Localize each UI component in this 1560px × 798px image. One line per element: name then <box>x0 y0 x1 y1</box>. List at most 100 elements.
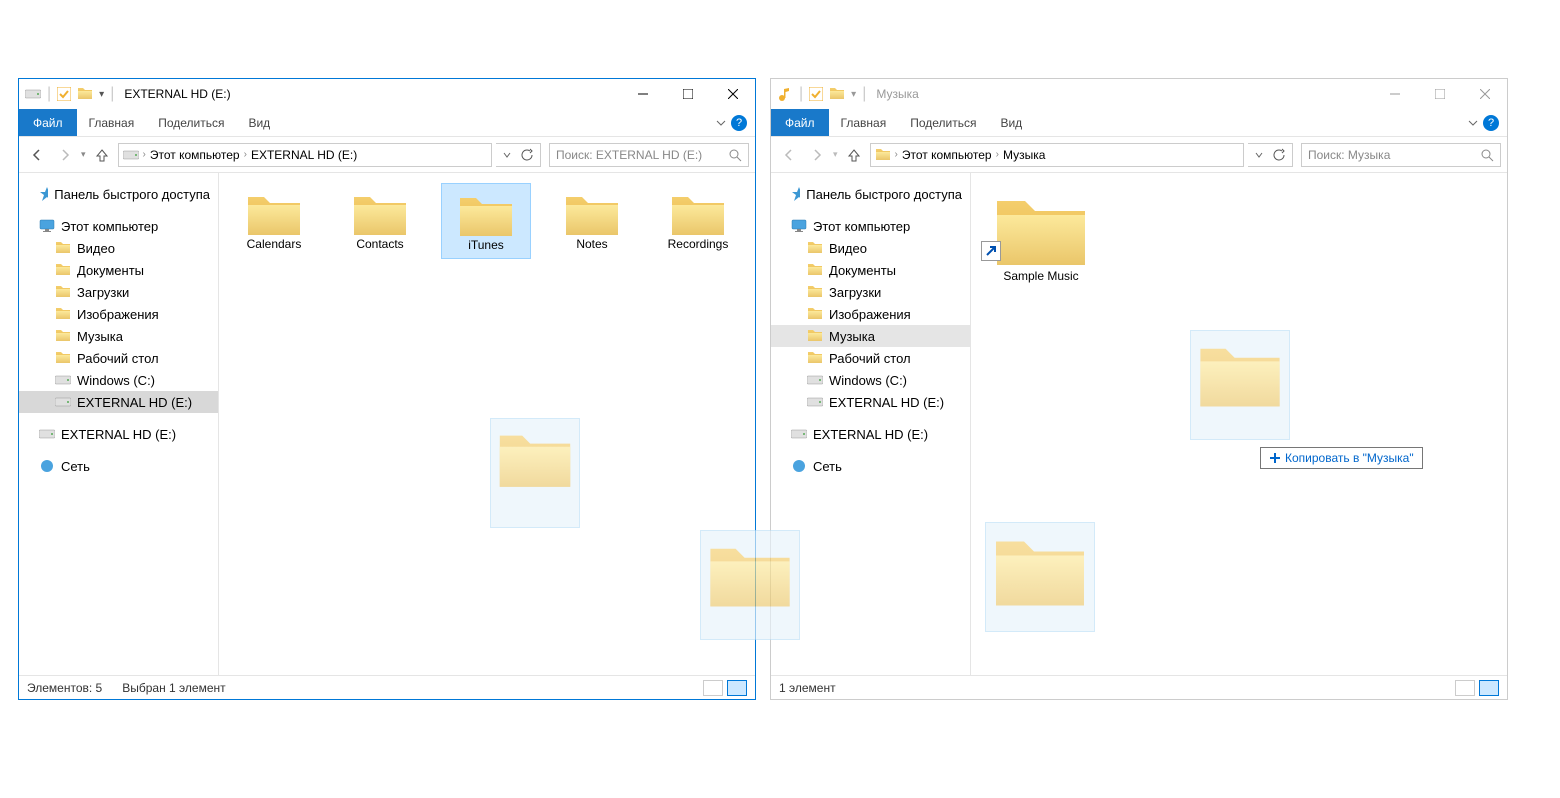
sidebar-item-documents[interactable]: Документы <box>771 259 970 281</box>
menu-share[interactable]: Поделиться <box>898 109 988 136</box>
menu-file[interactable]: Файл <box>771 109 829 136</box>
plus-icon <box>1269 452 1281 464</box>
breadcrumb[interactable]: › Этот компьютер › Музыка <box>870 143 1244 167</box>
folder-calendars[interactable]: Calendars <box>229 183 319 259</box>
up-button[interactable] <box>842 143 866 167</box>
title-bar: | ▾ | EXTERNAL HD (E:) <box>19 79 755 109</box>
nav-bar: ▾ › Этот компьютер › Музыка Поиск: Музык… <box>771 137 1507 173</box>
sidebar-item-external-hd[interactable]: EXTERNAL HD (E:) <box>19 391 218 413</box>
minimize-button[interactable] <box>1372 79 1417 109</box>
window-title: EXTERNAL HD (E:) <box>124 87 230 101</box>
drive-icon <box>25 86 41 102</box>
sidebar-item-c-drive[interactable]: Windows (C:) <box>19 369 218 391</box>
crumb-root[interactable]: Этот компьютер <box>150 148 240 162</box>
view-details-button[interactable] <box>703 680 723 696</box>
sidebar-external-drive[interactable]: EXTERNAL HD (E:) <box>771 423 970 445</box>
menu-home[interactable]: Главная <box>829 109 899 136</box>
title-bar: | ▾ | Музыка <box>771 79 1507 109</box>
sidebar-item-video[interactable]: Видео <box>19 237 218 259</box>
sidebar-item-video[interactable]: Видео <box>771 237 970 259</box>
folder-contacts[interactable]: Contacts <box>335 183 425 259</box>
chevron-down-icon[interactable] <box>1467 117 1479 129</box>
refresh-icon[interactable] <box>520 148 534 162</box>
maximize-button[interactable] <box>665 79 710 109</box>
search-icon <box>1480 148 1494 162</box>
close-button[interactable] <box>1462 79 1507 109</box>
music-icon <box>777 86 793 102</box>
menu-view[interactable]: Вид <box>236 109 282 136</box>
sidebar-item-c-drive[interactable]: Windows (C:) <box>771 369 970 391</box>
folder-recordings[interactable]: Recordings <box>653 183 743 259</box>
sidebar-quick-access[interactable]: Панель быстрого доступа <box>771 183 970 205</box>
help-button[interactable]: ? <box>1483 115 1499 131</box>
sidebar: Панель быстрого доступа Этот компьютер В… <box>19 173 219 675</box>
refresh-icon[interactable] <box>1272 148 1286 162</box>
view-icons-button[interactable] <box>1479 680 1499 696</box>
status-bar: 1 элемент <box>771 675 1507 699</box>
folder-itunes[interactable]: iTunes <box>441 183 531 259</box>
menu-file[interactable]: Файл <box>19 109 77 136</box>
nav-bar: ▾ › Этот компьютер › EXTERNAL HD (E:) По… <box>19 137 755 173</box>
status-selected: Выбран 1 элемент <box>122 681 225 695</box>
sidebar: Панель быстрого доступа Этот компьютер В… <box>771 173 971 675</box>
forward-button[interactable] <box>53 143 77 167</box>
search-icon <box>728 148 742 162</box>
chevron-down-icon[interactable] <box>502 150 512 160</box>
ribbon-tabs: Файл Главная Поделиться Вид ? <box>19 109 755 137</box>
folder-icon <box>829 86 845 102</box>
content-area[interactable]: Calendars Contacts iTunes Notes Recordin… <box>219 173 755 675</box>
sidebar-item-desktop[interactable]: Рабочий стол <box>19 347 218 369</box>
back-button[interactable] <box>777 143 801 167</box>
checkbox-icon[interactable] <box>57 87 71 101</box>
sidebar-quick-access[interactable]: Панель быстрого доступа <box>19 183 218 205</box>
forward-button[interactable] <box>805 143 829 167</box>
breadcrumb[interactable]: › Этот компьютер › EXTERNAL HD (E:) <box>118 143 492 167</box>
sidebar-item-downloads[interactable]: Загрузки <box>19 281 218 303</box>
crumb-current[interactable]: EXTERNAL HD (E:) <box>251 148 357 162</box>
content-area[interactable]: Sample Music <box>971 173 1507 675</box>
explorer-window-left: | ▾ | EXTERNAL HD (E:) Файл Главная Поде… <box>18 78 756 700</box>
sidebar-this-pc[interactable]: Этот компьютер <box>19 215 218 237</box>
sidebar-item-desktop[interactable]: Рабочий стол <box>771 347 970 369</box>
folder-notes[interactable]: Notes <box>547 183 637 259</box>
minimize-button[interactable] <box>620 79 665 109</box>
window-title: Музыка <box>876 87 918 101</box>
help-button[interactable]: ? <box>731 115 747 131</box>
folder-sample-music[interactable]: Sample Music <box>981 183 1101 289</box>
sidebar-item-documents[interactable]: Документы <box>19 259 218 281</box>
ribbon-tabs: Файл Главная Поделиться Вид ? <box>771 109 1507 137</box>
menu-home[interactable]: Главная <box>77 109 147 136</box>
sidebar-item-pictures[interactable]: Изображения <box>771 303 970 325</box>
crumb-root[interactable]: Этот компьютер <box>902 148 992 162</box>
sidebar-item-music[interactable]: Музыка <box>771 325 970 347</box>
menu-share[interactable]: Поделиться <box>146 109 236 136</box>
up-button[interactable] <box>90 143 114 167</box>
crumb-current[interactable]: Музыка <box>1003 148 1045 162</box>
folder-icon <box>77 86 93 102</box>
checkbox-icon[interactable] <box>809 87 823 101</box>
sidebar-item-pictures[interactable]: Изображения <box>19 303 218 325</box>
sidebar-item-music[interactable]: Музыка <box>19 325 218 347</box>
chevron-down-icon[interactable] <box>1254 150 1264 160</box>
chevron-down-icon[interactable] <box>715 117 727 129</box>
search-input[interactable]: Поиск: Музыка <box>1301 143 1501 167</box>
search-input[interactable]: Поиск: EXTERNAL HD (E:) <box>549 143 749 167</box>
view-icons-button[interactable] <box>727 680 747 696</box>
sidebar-item-external-hd[interactable]: EXTERNAL HD (E:) <box>771 391 970 413</box>
drag-tooltip: Копировать в "Музыка" <box>1260 447 1423 469</box>
shortcut-arrow-icon <box>981 241 1001 261</box>
sidebar-external-drive[interactable]: EXTERNAL HD (E:) <box>19 423 218 445</box>
sidebar-network[interactable]: Сеть <box>771 455 970 477</box>
sidebar-network[interactable]: Сеть <box>19 455 218 477</box>
sidebar-this-pc[interactable]: Этот компьютер <box>771 215 970 237</box>
sidebar-item-downloads[interactable]: Загрузки <box>771 281 970 303</box>
maximize-button[interactable] <box>1417 79 1462 109</box>
explorer-window-right: | ▾ | Музыка Файл Главная Поделиться Вид… <box>770 78 1508 700</box>
back-button[interactable] <box>25 143 49 167</box>
status-count: Элементов: 5 <box>27 681 102 695</box>
menu-view[interactable]: Вид <box>988 109 1034 136</box>
close-button[interactable] <box>710 79 755 109</box>
music-folder-icon <box>875 147 891 163</box>
view-details-button[interactable] <box>1455 680 1475 696</box>
status-count: 1 элемент <box>779 681 836 695</box>
